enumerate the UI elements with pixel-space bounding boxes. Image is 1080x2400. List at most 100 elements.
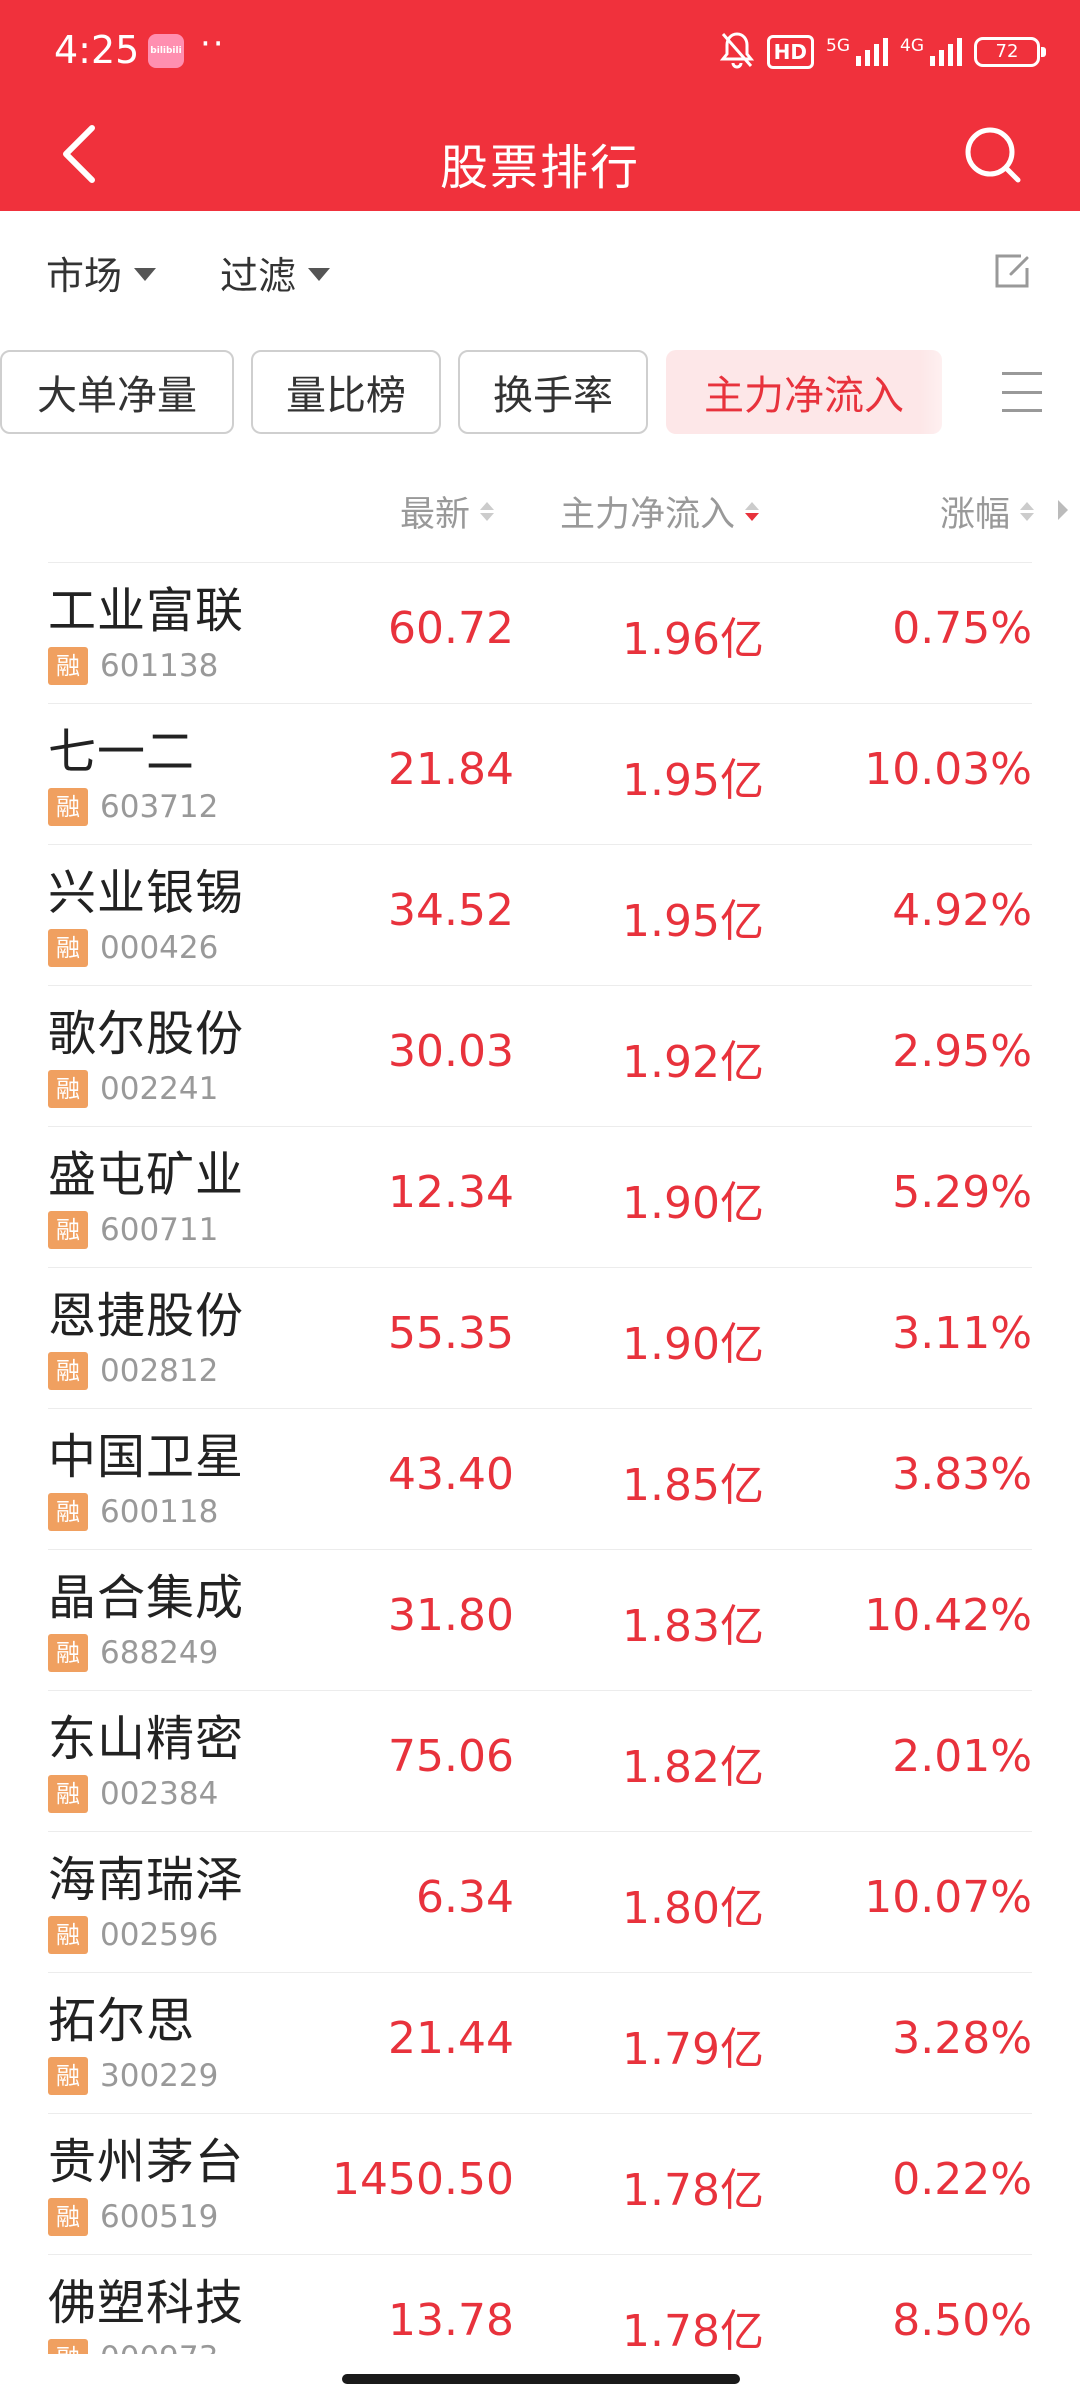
market-label: 市场 — [46, 254, 123, 298]
margin-badge: 融 — [48, 2339, 88, 2354]
net-inflow: 1.96亿 — [622, 614, 764, 665]
tab-main-net-inflow[interactable]: 主力净流入 — [666, 350, 942, 434]
margin-badge: 融 — [48, 929, 88, 967]
net-inflow: 1.85亿 — [622, 1460, 764, 1511]
stock-name: 工业富联 — [48, 583, 245, 639]
change-percent: 8.50% — [892, 2295, 1032, 2346]
margin-badge: 融 — [48, 1916, 88, 1954]
net-inflow: 1.83亿 — [622, 1601, 764, 1652]
stock-row[interactable]: 七一二融 603712 21.84 1.95亿 10.03% — [48, 703, 1032, 844]
stock-row[interactable]: 贵州茅台融 600519 1450.50 1.78亿 0.22% — [48, 2113, 1032, 2254]
stock-code: 002241 — [100, 1071, 219, 1107]
latest-price: 13.78 — [388, 2295, 514, 2346]
sort-latest[interactable]: 最新 — [400, 486, 495, 537]
latest-price: 6.34 — [416, 1872, 514, 1923]
margin-badge: 融 — [48, 1634, 88, 1672]
stock-sub: 融 000973 — [48, 2339, 218, 2354]
market-dropdown[interactable]: 市场 — [46, 245, 157, 300]
margin-badge: 融 — [48, 1070, 88, 1108]
stock-row[interactable]: 盛屯矿业融 600711 12.34 1.90亿 5.29% — [48, 1126, 1032, 1267]
stock-row[interactable]: 工业富联融 601138 60.72 1.96亿 0.75% — [48, 562, 1032, 703]
bilibili-icon: bilibili — [148, 34, 184, 68]
margin-badge: 融 — [48, 2057, 88, 2095]
notification-dots: ·· — [200, 24, 226, 64]
stock-row[interactable]: 中国卫星融 600118 43.40 1.85亿 3.83% — [48, 1408, 1032, 1549]
edit-button[interactable] — [984, 243, 1040, 299]
tab-turnover-rate[interactable]: 换手率 — [458, 350, 648, 434]
more-columns-icon[interactable] — [1058, 500, 1068, 520]
stock-row[interactable]: 恩捷股份融 002812 55.35 1.90亿 3.11% — [48, 1267, 1032, 1408]
margin-badge: 融 — [48, 1775, 88, 1813]
stock-row[interactable]: 海南瑞泽融 002596 6.34 1.80亿 10.07% — [48, 1831, 1032, 1972]
stock-code: 002812 — [100, 1353, 219, 1389]
change-percent: 0.75% — [892, 603, 1032, 654]
hd-voice-icon: HD — [766, 35, 814, 69]
status-bar: 4:25 bilibili ·· HD 5G 4G 72 — [0, 0, 1080, 100]
sort-icon — [1020, 502, 1035, 521]
net-inflow: 1.79亿 — [622, 2024, 764, 2075]
latest-price: 1450.50 — [332, 2154, 514, 2205]
sort-change[interactable]: 涨幅 — [940, 486, 1035, 537]
stock-row[interactable]: 东山精密融 002384 75.06 1.82亿 2.01% — [48, 1690, 1032, 1831]
stock-row[interactable]: 佛塑科技融 000973 13.78 1.78亿 8.50% — [48, 2254, 1032, 2354]
tab-menu-button[interactable] — [1002, 372, 1042, 412]
signal-5g-icon: 5G — [826, 38, 888, 66]
tab-fade — [920, 350, 980, 434]
title-bar: 股票排行 — [0, 100, 1080, 211]
margin-badge: 融 — [48, 647, 88, 685]
stock-sub: 融 600711 — [48, 1211, 218, 1249]
bell-muted-icon — [719, 30, 755, 74]
change-percent: 10.07% — [864, 1872, 1032, 1923]
status-time: 4:25 — [54, 28, 140, 72]
col-net-inflow-label: 主力净流入 — [560, 495, 736, 535]
net-inflow: 1.80亿 — [622, 1883, 764, 1934]
stock-code: 600711 — [100, 1212, 219, 1248]
stock-sub: 融 002241 — [48, 1070, 218, 1108]
stock-code: 601138 — [100, 648, 219, 684]
page-title: 股票排行 — [439, 140, 640, 196]
stock-row[interactable]: 歌尔股份融 002241 30.03 1.92亿 2.95% — [48, 985, 1032, 1126]
net-inflow: 1.92亿 — [622, 1037, 764, 1088]
stock-name: 中国卫星 — [48, 1429, 245, 1485]
latest-price: 60.72 — [388, 603, 514, 654]
ranking-tabs: 大单净量 量比榜 换手率 主力净流入 — [0, 350, 1080, 434]
margin-badge: 融 — [48, 1493, 88, 1531]
stock-code: 603712 — [100, 789, 219, 825]
latest-price: 55.35 — [388, 1308, 514, 1359]
change-percent: 10.03% — [864, 744, 1032, 795]
stock-row[interactable]: 兴业银锡融 000426 34.52 1.95亿 4.92% — [48, 844, 1032, 985]
system-icons: HD 5G 4G 72 — [719, 30, 1046, 74]
net-inflow: 1.90亿 — [622, 1319, 764, 1370]
tab-volume-ratio[interactable]: 量比榜 — [251, 350, 441, 434]
edit-icon — [995, 254, 1029, 288]
stock-code: 600519 — [100, 2199, 219, 2235]
margin-badge: 融 — [48, 788, 88, 826]
margin-badge: 融 — [48, 2198, 88, 2236]
search-button[interactable] — [956, 118, 1030, 192]
stock-row[interactable]: 晶合集成融 688249 31.80 1.83亿 10.42% — [48, 1549, 1032, 1690]
change-percent: 10.42% — [864, 1590, 1032, 1641]
home-indicator[interactable] — [342, 2374, 740, 2384]
net-inflow: 1.82亿 — [622, 1742, 764, 1793]
tab-large-order-net[interactable]: 大单净量 — [0, 350, 234, 434]
stock-code: 002596 — [100, 1917, 219, 1953]
margin-badge: 融 — [48, 1211, 88, 1249]
search-icon — [965, 127, 1021, 183]
stock-row[interactable]: 拓尔思融 300229 21.44 1.79亿 3.28% — [48, 1972, 1032, 2113]
net-inflow: 1.95亿 — [622, 896, 764, 947]
filter-bar: 市场 过滤 — [0, 211, 1080, 331]
change-percent: 3.28% — [892, 2013, 1032, 2064]
stock-code: 300229 — [100, 2058, 219, 2094]
filter-dropdown[interactable]: 过滤 — [220, 245, 331, 300]
signal-5g-label: 5G — [826, 36, 850, 56]
sort-net-inflow[interactable]: 主力净流入 — [560, 486, 760, 537]
col-latest-label: 最新 — [400, 495, 471, 535]
stock-name: 拓尔思 — [48, 1993, 196, 2049]
change-percent: 2.95% — [892, 1026, 1032, 1077]
stock-list: 工业富联融 601138 60.72 1.96亿 0.75% 七一二融 603712 21.8… — [0, 562, 1080, 2354]
stock-name: 盛屯矿业 — [48, 1147, 245, 1203]
latest-price: 21.44 — [388, 2013, 514, 2064]
latest-price: 21.84 — [388, 744, 514, 795]
change-percent: 2.01% — [892, 1731, 1032, 1782]
stock-name: 东山精密 — [48, 1711, 245, 1767]
